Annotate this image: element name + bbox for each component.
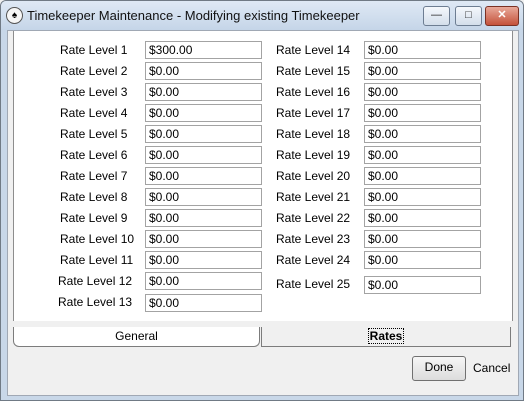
title-bar[interactable]: ♠ Timekeeper Maintenance - Modifying exi… xyxy=(1,1,523,30)
rate-level-21-input[interactable]: $0.00 xyxy=(364,188,481,206)
rate-level-5-input[interactable]: $0.00 xyxy=(145,125,262,143)
rate-level-7-label: Rate Level 7 xyxy=(60,169,128,183)
rates-panel: Rate Level 1 $300.00 Rate Level 2 $0.00 … xyxy=(13,31,513,321)
rate-level-25-label: Rate Level 25 xyxy=(276,277,351,291)
rate-level-18-label: Rate Level 18 xyxy=(276,127,351,141)
rate-level-15-input[interactable]: $0.00 xyxy=(364,62,481,80)
rate-level-1-label: Rate Level 1 xyxy=(60,43,128,57)
rate-level-8-label: Rate Level 8 xyxy=(60,190,128,204)
dialog-client-area: Rate Level 1 $300.00 Rate Level 2 $0.00 … xyxy=(7,30,519,396)
rate-level-15-label: Rate Level 15 xyxy=(276,64,351,78)
rate-level-20-input[interactable]: $0.00 xyxy=(364,167,481,185)
minimize-button[interactable]: — xyxy=(423,6,450,26)
timekeeper-window: ♠ Timekeeper Maintenance - Modifying exi… xyxy=(0,0,524,401)
rate-level-23-label: Rate Level 23 xyxy=(276,232,351,246)
rate-level-22-label: Rate Level 22 xyxy=(276,211,351,225)
rate-level-11-label: Rate Level 11 xyxy=(60,253,134,267)
rate-level-9-label: Rate Level 9 xyxy=(60,211,128,225)
rate-level-25-input[interactable]: $0.00 xyxy=(364,276,481,294)
rate-level-24-label: Rate Level 24 xyxy=(276,253,351,267)
rate-level-14-input[interactable]: $0.00 xyxy=(364,41,481,59)
rate-level-12-label: Rate Level 12 xyxy=(58,274,133,288)
rate-level-16-label: Rate Level 16 xyxy=(276,85,351,99)
rate-level-6-label: Rate Level 6 xyxy=(60,148,128,162)
rate-level-3-label: Rate Level 3 xyxy=(60,85,128,99)
rate-level-4-label: Rate Level 4 xyxy=(60,106,128,120)
rate-level-14-label: Rate Level 14 xyxy=(276,43,351,57)
rate-level-17-input[interactable]: $0.00 xyxy=(364,104,481,122)
tab-rates-label: Rates xyxy=(367,328,405,344)
tab-rates[interactable]: Rates xyxy=(261,327,511,347)
rate-level-19-label: Rate Level 19 xyxy=(276,148,351,162)
window-title: Timekeeper Maintenance - Modifying exist… xyxy=(27,8,360,23)
rate-level-23-input[interactable]: $0.00 xyxy=(364,230,481,248)
done-button[interactable]: Done xyxy=(412,356,466,381)
rate-level-18-input[interactable]: $0.00 xyxy=(364,125,481,143)
rate-level-1-input[interactable]: $300.00 xyxy=(145,41,262,59)
rate-level-13-label: Rate Level 13 xyxy=(58,295,133,309)
rate-level-6-input[interactable]: $0.00 xyxy=(145,146,262,164)
cancel-button[interactable]: Cancel xyxy=(473,361,510,375)
app-icon: ♠ xyxy=(6,7,23,24)
rate-level-24-input[interactable]: $0.00 xyxy=(364,251,481,269)
close-button[interactable]: ✕ xyxy=(485,6,519,26)
rate-level-2-label: Rate Level 2 xyxy=(60,64,128,78)
rate-level-5-label: Rate Level 5 xyxy=(60,127,128,141)
rate-level-10-input[interactable]: $0.00 xyxy=(145,230,262,248)
rate-level-12-input[interactable]: $0.00 xyxy=(145,272,262,290)
rate-level-10-label: Rate Level 10 xyxy=(60,232,135,246)
rate-level-21-label: Rate Level 21 xyxy=(276,190,351,204)
rate-level-9-input[interactable]: $0.00 xyxy=(145,209,262,227)
rate-level-19-input[interactable]: $0.00 xyxy=(364,146,481,164)
rate-level-8-input[interactable]: $0.00 xyxy=(145,188,262,206)
rate-level-7-input[interactable]: $0.00 xyxy=(145,167,262,185)
rate-level-20-label: Rate Level 20 xyxy=(276,169,351,183)
maximize-button[interactable]: □ xyxy=(455,6,482,26)
rate-level-22-input[interactable]: $0.00 xyxy=(364,209,481,227)
rate-level-16-input[interactable]: $0.00 xyxy=(364,83,481,101)
rate-level-17-label: Rate Level 17 xyxy=(276,106,351,120)
rate-level-13-input[interactable]: $0.00 xyxy=(145,294,262,312)
rate-level-11-input[interactable]: $0.00 xyxy=(145,251,262,269)
rate-level-2-input[interactable]: $0.00 xyxy=(145,62,262,80)
rate-level-4-input[interactable]: $0.00 xyxy=(145,104,262,122)
tab-general[interactable]: General xyxy=(13,327,260,347)
tab-general-label: General xyxy=(115,329,158,343)
rate-level-3-input[interactable]: $0.00 xyxy=(145,83,262,101)
